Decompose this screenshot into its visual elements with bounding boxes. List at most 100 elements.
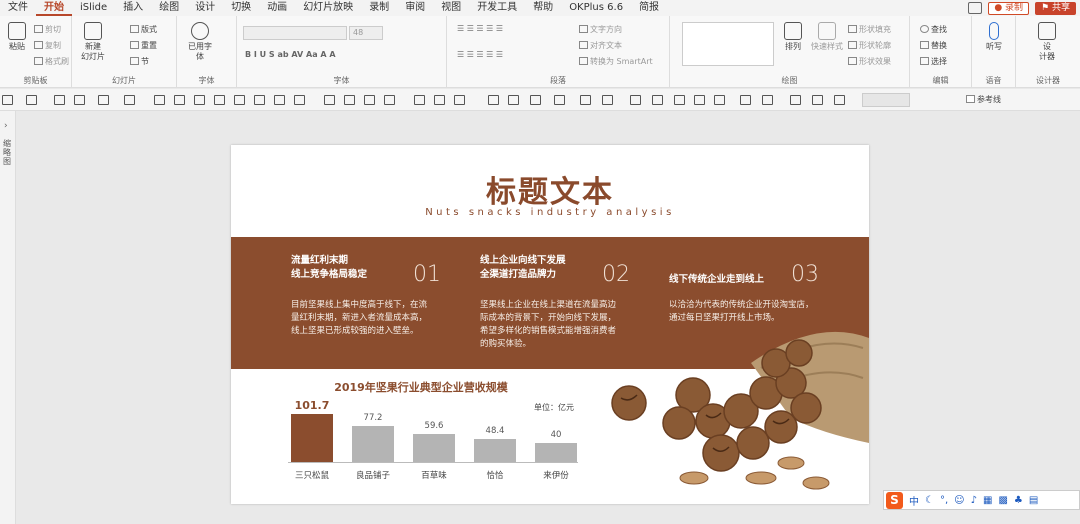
ime-mode[interactable]: 中 <box>909 493 919 508</box>
qat-tool-icon[interactable] <box>344 95 355 105</box>
qat-tool-icon[interactable] <box>98 95 109 105</box>
menu-tab[interactable]: 设计 <box>187 0 223 16</box>
arrange-button[interactable]: 排列 <box>778 22 808 52</box>
section-button[interactable]: 节 <box>130 56 149 67</box>
shirt-icon[interactable]: ♣ <box>1014 495 1023 506</box>
qat-tool-icon[interactable] <box>508 95 519 105</box>
text-direction-button[interactable]: 文字方向 <box>579 24 622 35</box>
slide-title[interactable]: 标题文本 <box>231 167 869 211</box>
microphone-icon[interactable]: ♪ <box>971 495 977 506</box>
menu-tab[interactable]: 开始 <box>36 0 72 16</box>
qat-tool-icon[interactable] <box>488 95 499 105</box>
qat-tool-icon[interactable] <box>174 95 185 105</box>
sogou-logo-icon[interactable]: S <box>886 491 903 509</box>
menu-tab[interactable]: 切换 <box>223 0 259 16</box>
qat-tool-icon[interactable] <box>74 95 85 105</box>
designer-button[interactable]: 设 计器 <box>1032 22 1062 62</box>
qat-tool-icon[interactable] <box>630 95 641 105</box>
chevron-right-icon[interactable]: › <box>4 121 8 131</box>
qat-tool-icon[interactable] <box>834 95 845 105</box>
format-painter-button[interactable]: 格式刷 <box>34 56 69 67</box>
qat-tool-icon[interactable] <box>194 95 205 105</box>
font-size-field[interactable]: 48 <box>349 26 383 40</box>
shape-outline-button[interactable]: 形状轮廓 <box>848 40 891 51</box>
paste-button[interactable]: 粘贴 <box>2 22 32 52</box>
share-button[interactable]: ⚑ 共享 <box>1035 1 1076 15</box>
skin-icon[interactable]: ▩ <box>998 495 1007 506</box>
dictate-button[interactable]: 听写 <box>979 22 1009 52</box>
bold-button[interactable]: B I U S ab AV Aa A A <box>245 50 336 59</box>
punctuation-icon[interactable]: °, <box>940 495 948 506</box>
select-button[interactable]: 选择 <box>920 56 947 67</box>
qat-tool-icon[interactable] <box>384 95 395 105</box>
font-family-field[interactable] <box>243 26 347 40</box>
slide-canvas[interactable]: 标题文本 Nuts snacks industry analysis 流量红利末… <box>231 145 869 504</box>
menu-tab[interactable]: OKPlus 6.6 <box>561 0 631 16</box>
qat-tool-icon[interactable] <box>434 95 445 105</box>
qat-tool-icon[interactable] <box>674 95 685 105</box>
shapes-gallery[interactable] <box>682 22 774 66</box>
used-font-button[interactable]: 已用字 体 <box>185 22 215 62</box>
keyboard-icon[interactable]: ▦ <box>983 495 992 506</box>
qat-tool-icon[interactable] <box>652 95 663 105</box>
smartart-button[interactable]: 转换为 SmartArt <box>579 56 653 67</box>
qat-tool-icon[interactable] <box>414 95 425 105</box>
moon-icon[interactable]: ☾ <box>925 495 934 506</box>
menu-tab[interactable]: 文件 <box>0 0 36 16</box>
quick-styles-button[interactable]: 快速样式 <box>808 22 846 52</box>
menu-tab[interactable]: 开发工具 <box>469 0 525 16</box>
qat-tool-icon[interactable] <box>812 95 823 105</box>
menu-tab[interactable]: 幻灯片放映 <box>295 0 361 16</box>
align-buttons[interactable]: ☰ ☰ ☰ ☰ ☰ <box>457 50 503 59</box>
menu-tab[interactable]: 审阅 <box>397 0 433 16</box>
cut-button[interactable]: 剪切 <box>34 24 61 35</box>
record-button[interactable]: ● 录制 <box>988 1 1030 15</box>
find-button[interactable]: 查找 <box>920 24 947 35</box>
qat-tool-icon[interactable] <box>530 95 541 105</box>
qat-tool-icon[interactable] <box>714 95 725 105</box>
shape-effects-button[interactable]: 形状效果 <box>848 56 891 67</box>
menu-tab[interactable]: 动画 <box>259 0 295 16</box>
menu-tab[interactable]: 绘图 <box>151 0 187 16</box>
layout-button[interactable]: 版式 <box>130 24 157 35</box>
menu-tab[interactable]: 简报 <box>631 0 667 16</box>
qat-tool-icon[interactable] <box>324 95 335 105</box>
qat-font-size-field[interactable] <box>862 93 910 107</box>
copy-button[interactable]: 复制 <box>34 40 61 51</box>
qat-tool-icon[interactable] <box>124 95 135 105</box>
shape-fill-button[interactable]: 形状填充 <box>848 24 891 35</box>
qat-tool-icon[interactable] <box>554 95 565 105</box>
reset-button[interactable]: 重置 <box>130 40 157 51</box>
qat-tool-icon[interactable] <box>2 95 13 105</box>
qat-tool-icon[interactable] <box>254 95 265 105</box>
qat-tool-icon[interactable] <box>54 95 65 105</box>
menu-tab[interactable]: 插入 <box>115 0 151 16</box>
menu-tab[interactable]: iSlide <box>72 0 115 16</box>
qat-tool-icon[interactable] <box>694 95 705 105</box>
list-buttons[interactable]: ☰ ☰ ☰ ☰ ☰ <box>457 24 503 33</box>
qat-tool-icon[interactable] <box>762 95 773 105</box>
qat-tool-icon[interactable] <box>26 95 37 105</box>
replace-button[interactable]: 替换 <box>920 40 947 51</box>
comment-icon[interactable] <box>968 2 983 14</box>
qat-tool-icon[interactable] <box>214 95 225 105</box>
menu-tab[interactable]: 帮助 <box>525 0 561 16</box>
slide-subtitle[interactable]: Nuts snacks industry analysis <box>231 207 869 218</box>
qat-tool-icon[interactable] <box>274 95 285 105</box>
qat-tool-icon[interactable] <box>234 95 245 105</box>
menu-tab[interactable]: 视图 <box>433 0 469 16</box>
align-text-button[interactable]: 对齐文本 <box>579 40 622 51</box>
qat-tool-icon[interactable] <box>154 95 165 105</box>
qat-tool-icon[interactable] <box>790 95 801 105</box>
qat-tool-icon[interactable] <box>602 95 613 105</box>
qat-tool-icon[interactable] <box>740 95 751 105</box>
grid-icon[interactable]: ▤ <box>1029 495 1038 506</box>
menu-tab[interactable]: 录制 <box>361 0 397 16</box>
emoji-icon[interactable]: ☺ <box>954 495 964 506</box>
qat-tool-icon[interactable] <box>580 95 591 105</box>
new-slide-button[interactable]: 新建 幻灯片 <box>78 22 108 62</box>
qat-tool-icon[interactable] <box>454 95 465 105</box>
qat-tool-icon[interactable] <box>294 95 305 105</box>
qat-tool-icon[interactable] <box>364 95 375 105</box>
reference-line-toggle[interactable]: 参考线 <box>966 94 1001 105</box>
